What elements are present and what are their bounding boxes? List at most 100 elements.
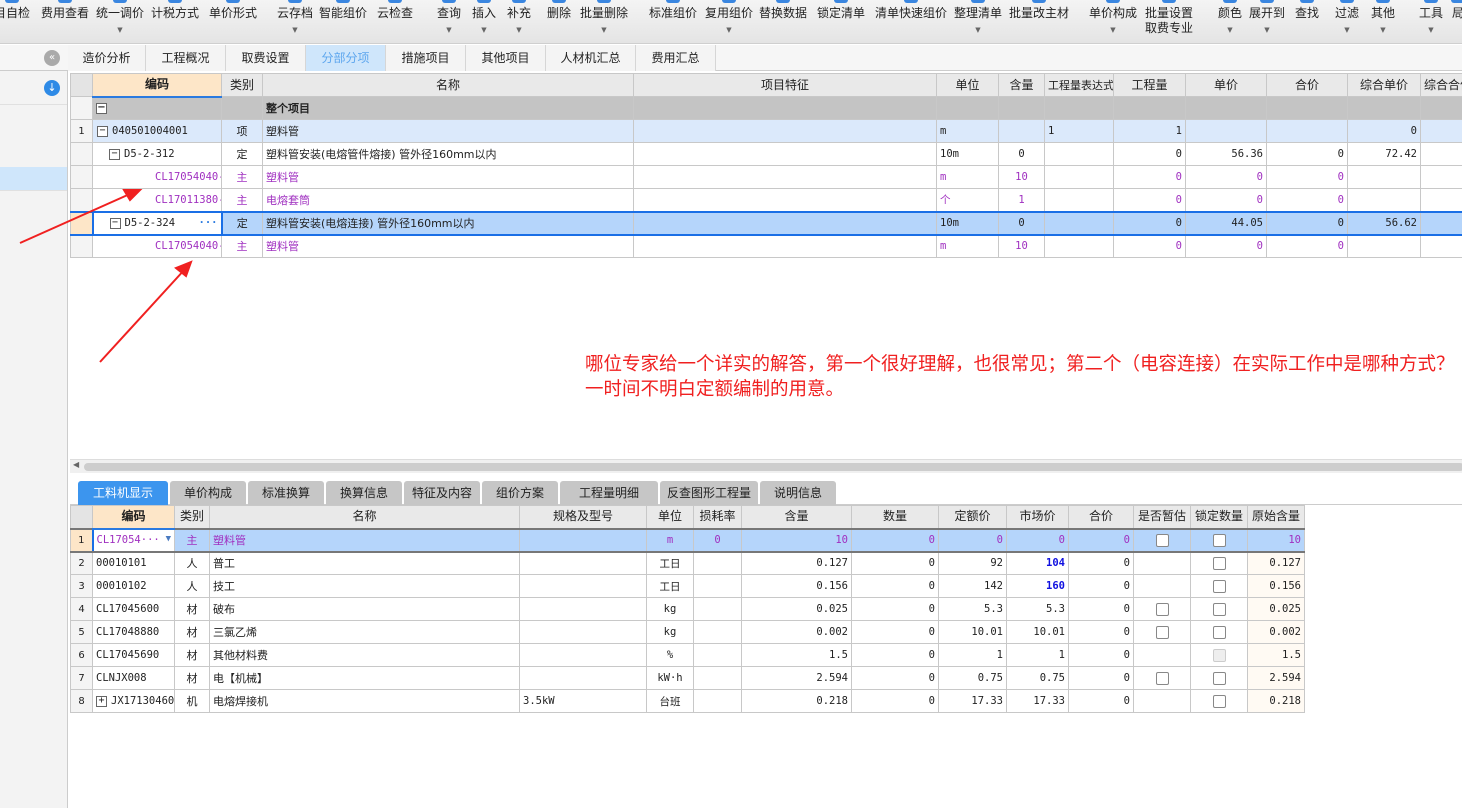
toolbar-button[interactable]: 局 — [1450, 0, 1462, 21]
lock-quantity-checkbox[interactable] — [1212, 694, 1226, 708]
name-cell[interactable]: 塑料管 — [262, 165, 634, 189]
lock-quantity-checkbox[interactable] — [1212, 671, 1226, 685]
unit-cell[interactable]: m — [936, 119, 999, 143]
name-cell[interactable]: 塑料管 — [209, 527, 520, 553]
expression-cell[interactable]: 1 — [1044, 119, 1114, 143]
amount-cell[interactable]: 1 — [1113, 119, 1186, 143]
toolbar-button[interactable]: 锁定清单 — [817, 0, 865, 21]
column-header[interactable]: 数量 — [851, 505, 939, 529]
toolbar-button[interactable]: 补充 ▼ — [507, 0, 531, 35]
toolbar-button[interactable]: 颜色 ▼ — [1218, 0, 1242, 35]
column-header[interactable]: 项目特征 — [633, 73, 937, 97]
loss-rate-cell[interactable] — [693, 597, 742, 621]
tab-人材机汇总[interactable]: 人材机汇总 — [546, 45, 636, 71]
spec-cell[interactable] — [519, 574, 647, 598]
spec-cell[interactable]: 3.5kW — [519, 689, 647, 713]
quantity-cell[interactable]: 0.127 — [741, 551, 852, 575]
feature-cell[interactable] — [633, 210, 937, 236]
quantity-cell[interactable]: 10 — [998, 165, 1045, 189]
quota-price-cell[interactable]: 92 — [938, 551, 1007, 575]
quantity-cell[interactable]: 0.002 — [741, 620, 852, 644]
name-cell[interactable]: 塑料管安装(电熔管件熔接) 管外径160mm以内 — [262, 142, 634, 166]
code-cell[interactable]: 00010102 — [92, 574, 175, 598]
spec-cell[interactable] — [519, 620, 647, 644]
unit-cell[interactable]: m — [936, 234, 999, 258]
toolbar-button[interactable]: 复用组价 ▼ — [705, 0, 753, 35]
tab-措施项目[interactable]: 措施项目 — [386, 45, 466, 71]
price-cell[interactable]: 0 — [1185, 234, 1267, 258]
feature-cell[interactable] — [633, 188, 937, 212]
column-header[interactable]: 含量 — [998, 73, 1045, 97]
column-header[interactable]: 单价 — [1185, 73, 1267, 97]
quota-price-cell[interactable]: 0.75 — [938, 666, 1007, 690]
detail-tab-单价构成[interactable]: 单价构成 — [170, 481, 246, 505]
loss-rate-cell[interactable] — [693, 620, 742, 644]
expression-cell[interactable] — [1044, 234, 1114, 258]
amount-cell[interactable]: 0 — [1113, 188, 1186, 212]
unit-cell[interactable]: 个 — [936, 188, 999, 212]
spec-cell[interactable] — [519, 597, 647, 621]
provisional-checkbox[interactable] — [1155, 625, 1169, 639]
amount-cell[interactable]: 0 — [1113, 142, 1186, 166]
column-header[interactable]: 锁定数量 — [1190, 505, 1248, 529]
uprice-cell[interactable] — [1347, 234, 1421, 258]
column-header[interactable]: 含量 — [741, 505, 852, 529]
toolbar-button[interactable]: 插入 ▼ — [472, 0, 496, 35]
lock-quantity-checkbox[interactable] — [1212, 579, 1226, 593]
quota-price-cell[interactable]: 142 — [938, 574, 1007, 598]
quota-price-cell[interactable]: 5.3 — [938, 597, 1007, 621]
unit-cell[interactable]: m — [936, 165, 999, 189]
price-cell[interactable]: 0 — [1185, 188, 1267, 212]
table-row[interactable]: 4 CL17045600 材破布 kg 0.025 0 5.3 5.3 0 0.025 — [70, 597, 1305, 621]
count-cell[interactable]: 0 — [851, 666, 939, 690]
total-cell[interactable]: 0 — [1068, 574, 1134, 598]
detail-tab-换算信息[interactable]: 换算信息 — [326, 481, 402, 505]
quantity-cell[interactable]: 0.156 — [741, 574, 852, 598]
unit-cell[interactable]: kW·h — [646, 666, 694, 690]
table-row[interactable]: 7 CLNJX008 材电【机械】 kW·h 2.594 0 0.75 0.75 0 2.594 — [70, 666, 1305, 690]
quantity-cell[interactable] — [998, 119, 1045, 143]
detail-tab-工程量明细[interactable]: 工程量明细 — [560, 481, 658, 505]
code-cell[interactable]: CLNJX008 — [92, 666, 175, 690]
scrollbar-thumb[interactable] — [84, 463, 1462, 471]
column-header[interactable]: 综合单价 — [1347, 73, 1421, 97]
market-price-cell[interactable]: 0 — [1006, 527, 1069, 553]
market-price-cell[interactable]: 104 — [1006, 551, 1069, 575]
name-cell[interactable]: 其他材料费 — [209, 643, 520, 667]
quantity-cell[interactable]: 1.5 — [741, 643, 852, 667]
price-cell[interactable]: 56.36 — [1185, 142, 1267, 166]
count-cell[interactable]: 0 — [851, 643, 939, 667]
unit-cell[interactable]: 工日 — [646, 551, 694, 575]
name-cell[interactable]: 塑料管 — [262, 119, 634, 143]
detail-tab-组价方案[interactable]: 组价方案 — [482, 481, 558, 505]
column-header[interactable]: 工程量 — [1113, 73, 1186, 97]
detail-tab-标准换算[interactable]: 标准换算 — [248, 481, 324, 505]
column-header[interactable]: 类别 — [174, 505, 210, 529]
toolbar-button[interactable]: 云检查 — [377, 0, 413, 21]
price-cell[interactable]: 0 — [1185, 165, 1267, 189]
code-cell[interactable]: 00010101 — [92, 551, 175, 575]
price-cell[interactable]: 44.05 — [1185, 210, 1267, 236]
table-row[interactable]: 3 00010102 人技工 工日 0.156 0 142 160 0 0.156 — [70, 574, 1305, 598]
expression-cell[interactable] — [1044, 188, 1114, 212]
column-header[interactable]: 原始含量 — [1247, 505, 1305, 529]
column-header[interactable]: 编码 — [92, 505, 175, 530]
table-row[interactable]: 5 CL17048880 材三氯乙烯 kg 0.002 0 10.01 10.01 0 0.002 — [70, 620, 1305, 644]
lock-quantity-checkbox[interactable] — [1212, 533, 1226, 547]
count-cell[interactable]: 0 — [851, 551, 939, 575]
detail-tab-特征及内容[interactable]: 特征及内容 — [404, 481, 480, 505]
toolbar-button[interactable]: 查询 ▼ — [437, 0, 461, 35]
amount-cell[interactable]: 0 — [1113, 210, 1186, 236]
total-cell[interactable]: 0 — [1068, 620, 1134, 644]
market-price-cell[interactable]: 0.75 — [1006, 666, 1069, 690]
column-header[interactable]: 单位 — [646, 505, 694, 529]
amount-cell[interactable]: 0 — [1113, 234, 1186, 258]
quantity-cell[interactable]: 10 — [998, 234, 1045, 258]
provisional-checkbox[interactable] — [1155, 671, 1169, 685]
table-row[interactable]: 6 CL17045690 材其他材料费% 1.5 0 1 1 0 1.5 — [70, 643, 1305, 667]
name-cell[interactable]: 三氯乙烯 — [209, 620, 520, 644]
total-cell[interactable]: 0 — [1068, 666, 1134, 690]
toolbar-button[interactable]: 删除 — [547, 0, 571, 21]
expression-cell[interactable] — [1044, 210, 1114, 236]
column-header[interactable]: 市场价 — [1006, 505, 1069, 529]
